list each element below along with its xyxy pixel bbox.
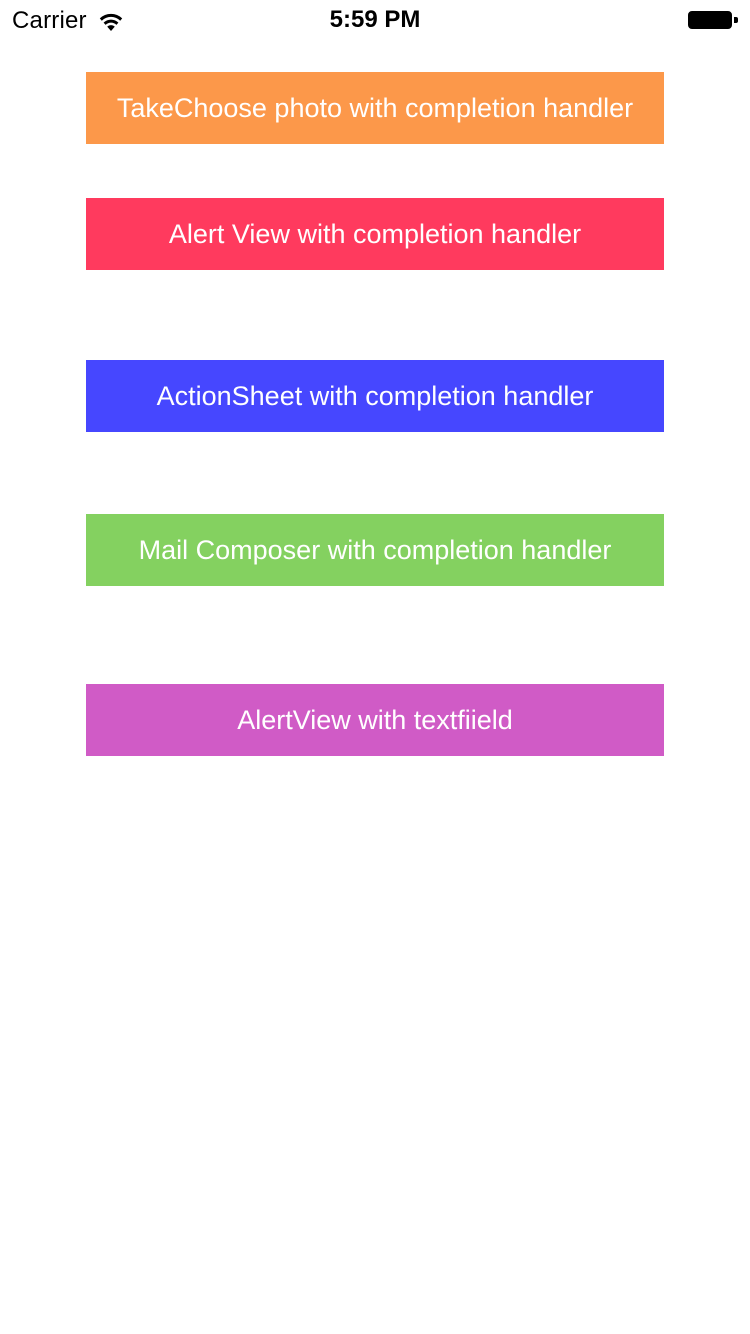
battery-cap [734, 17, 738, 23]
mail-composer-button[interactable]: Mail Composer with completion handler [86, 514, 664, 586]
take-choose-photo-button[interactable]: TakeChoose photo with completion handler [86, 72, 664, 144]
alert-view-textfield-button[interactable]: AlertView with textfiield [86, 684, 664, 756]
status-bar: Carrier 5:59 PM [0, 0, 750, 40]
alert-view-button[interactable]: Alert View with completion handler [86, 198, 664, 270]
battery-icon [688, 9, 738, 33]
battery-body [688, 11, 732, 29]
action-sheet-button[interactable]: ActionSheet with completion handler [86, 360, 664, 432]
clock-time: 5:59 PM [329, 6, 421, 33]
